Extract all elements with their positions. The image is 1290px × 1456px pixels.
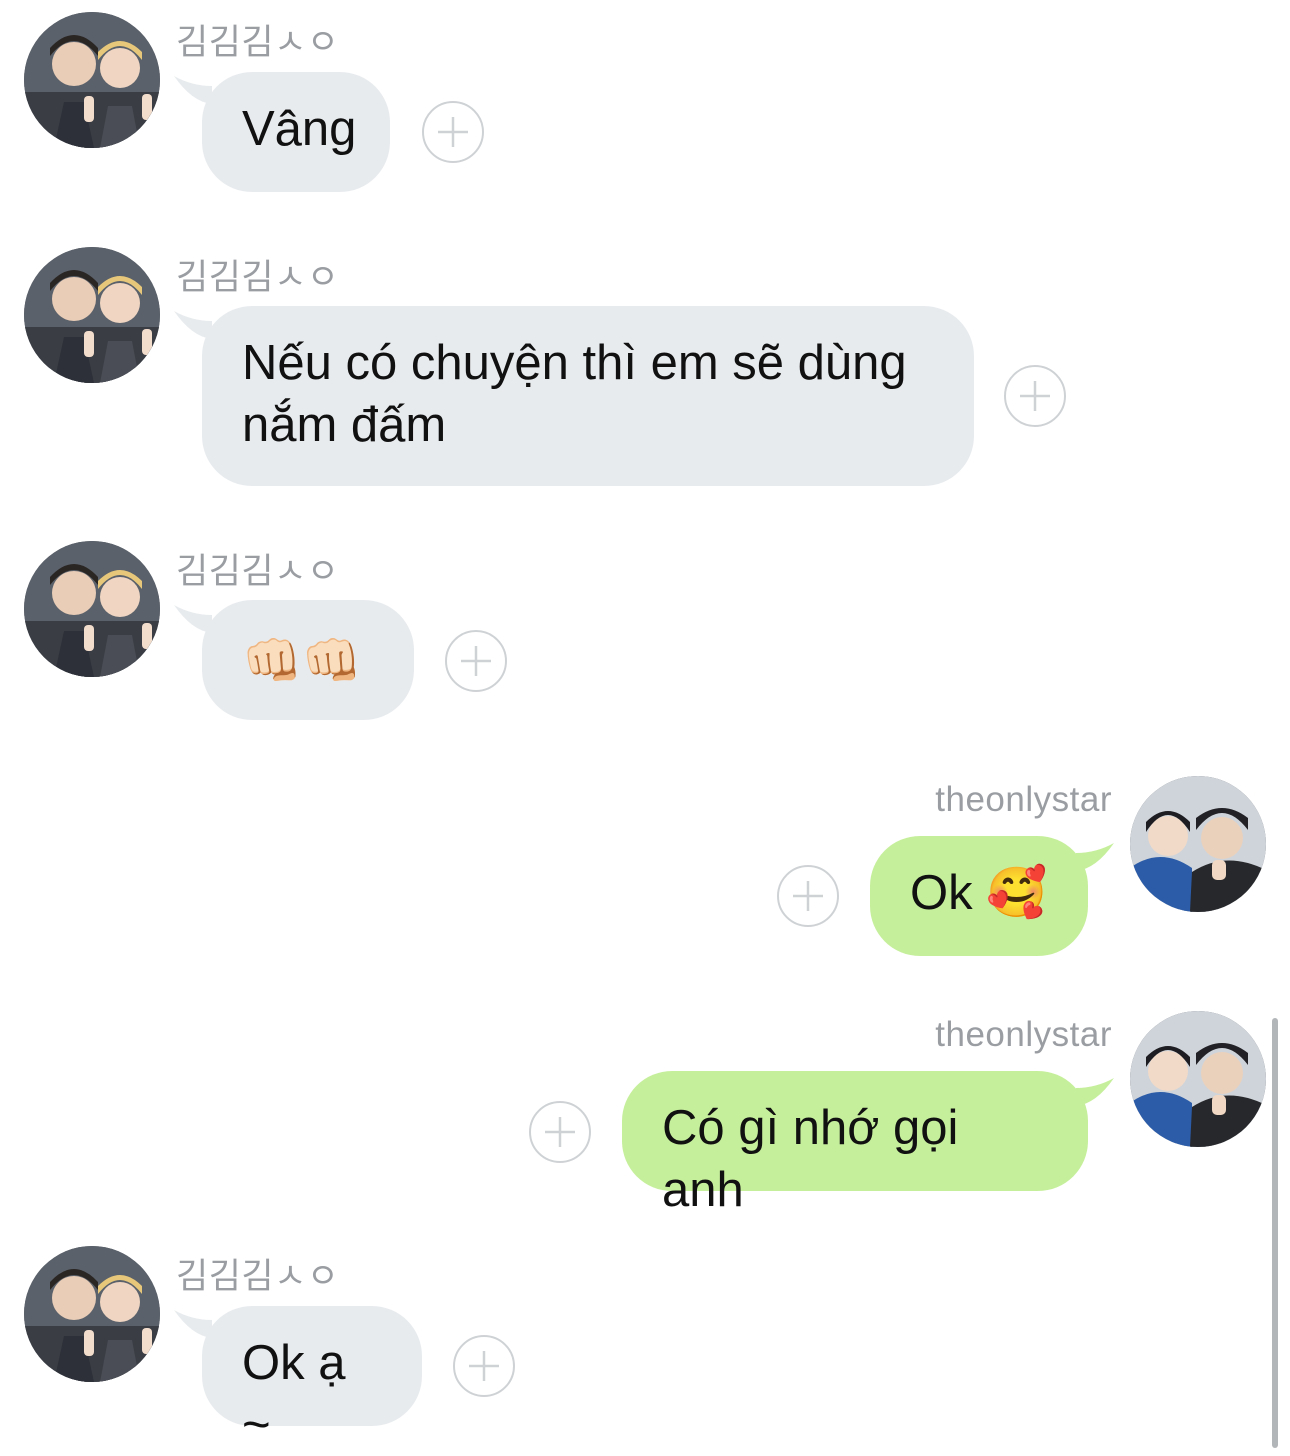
add-reaction-button[interactable] bbox=[777, 865, 839, 927]
sender-name: 김김김ㅅㅇ bbox=[176, 258, 340, 297]
add-reaction-button[interactable] bbox=[529, 1101, 591, 1163]
avatar[interactable] bbox=[24, 247, 160, 383]
plus-circle-icon bbox=[1020, 381, 1050, 411]
avatar[interactable] bbox=[24, 1246, 160, 1382]
plus-circle-icon bbox=[469, 1351, 499, 1381]
sender-name: 김김김ㅅㅇ bbox=[176, 23, 340, 62]
message-bubble[interactable]: 👊🏻👊🏻 bbox=[202, 600, 414, 720]
message-bubble[interactable]: Vâng bbox=[202, 72, 390, 192]
message-text: Ok 🥰 bbox=[910, 866, 1048, 920]
plus-circle-icon bbox=[461, 646, 491, 676]
message-text: Có gì nhớ gọi anh bbox=[662, 1101, 959, 1217]
avatar[interactable] bbox=[1130, 776, 1266, 912]
sender-name: theonlystar bbox=[935, 780, 1112, 819]
plus-circle-icon bbox=[438, 117, 468, 147]
message-text: Nếu có chuyện thì em sẽ dùng nắm đấm bbox=[242, 336, 907, 452]
plus-circle-icon bbox=[545, 1117, 575, 1147]
message-bubble[interactable]: Có gì nhớ gọi anh bbox=[622, 1071, 1088, 1217]
vertical-scrollbar[interactable] bbox=[1272, 1018, 1278, 1448]
message-bubble[interactable]: Ok ạ ~ bbox=[202, 1306, 422, 1452]
sender-name: 김김김ㅅㅇ bbox=[176, 552, 340, 591]
avatar[interactable] bbox=[1130, 1011, 1266, 1147]
add-reaction-button[interactable] bbox=[445, 630, 507, 692]
message-bubble[interactable]: Nếu có chuyện thì em sẽ dùng nắm đấm bbox=[202, 306, 974, 486]
avatar[interactable] bbox=[24, 541, 160, 677]
plus-circle-icon bbox=[793, 881, 823, 911]
message-bubble[interactable]: Ok 🥰 bbox=[870, 836, 1088, 956]
avatar[interactable] bbox=[24, 12, 160, 148]
message-text: Ok ạ ~ bbox=[242, 1336, 346, 1452]
message-text: 👊🏻👊🏻 bbox=[242, 633, 362, 689]
add-reaction-button[interactable] bbox=[422, 101, 484, 163]
sender-name: theonlystar bbox=[935, 1015, 1112, 1054]
message-text: Vâng bbox=[242, 102, 357, 156]
add-reaction-button[interactable] bbox=[1004, 365, 1066, 427]
sender-name: 김김김ㅅㅇ bbox=[176, 1257, 340, 1296]
add-reaction-button[interactable] bbox=[453, 1335, 515, 1397]
